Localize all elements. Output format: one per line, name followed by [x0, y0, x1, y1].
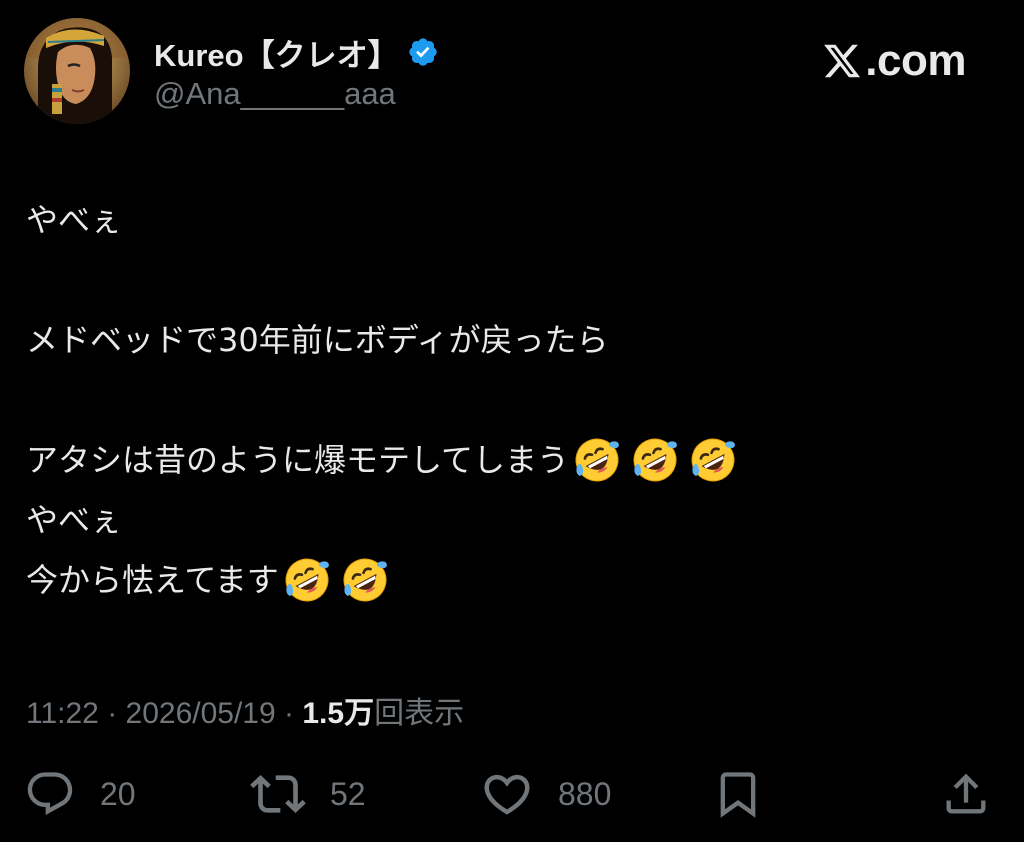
retweet-button[interactable]: 52	[250, 762, 366, 826]
share-button[interactable]	[940, 762, 992, 826]
rolling-on-floor-laughing-emoji-icon	[631, 436, 679, 484]
verified-badge-icon	[407, 36, 439, 68]
action-bar: 20 52 880	[0, 762, 1024, 826]
display-name[interactable]: Kureo【クレオ】	[154, 30, 399, 75]
tweet-line-text: やべぇ	[26, 201, 123, 239]
views-count[interactable]: 1.5万	[302, 688, 374, 732]
tweet-header: Kureo【クレオ】 @Ana______aaa .com	[24, 18, 984, 130]
like-count: 880	[558, 775, 612, 812]
tweet-line-text: アタシは昔のように爆モテしてしまう	[26, 441, 570, 479]
tweet-line-text: メドベッドで30年前にボディが戻ったら	[26, 321, 609, 359]
rolling-on-floor-laughing-emoji-icon	[283, 556, 331, 604]
reply-count: 20	[100, 775, 136, 812]
tweet-text: やべぇ メドベッドで30年前にボディが戻ったら アタシは昔のように爆モテしてしま…	[26, 190, 986, 610]
tweet-line-text: やべぇ	[26, 501, 123, 539]
tweet-line: メドベッドで30年前にボディが戻ったら	[26, 310, 986, 370]
reply-icon	[24, 768, 76, 820]
author-info[interactable]: Kureo【クレオ】 @Ana______aaa	[154, 32, 439, 112]
tweet-line: 今から怯えてます	[26, 550, 986, 610]
tweet-line-text: 今から怯えてます	[26, 561, 279, 599]
bookmark-button[interactable]	[712, 762, 764, 826]
rolling-on-floor-laughing-emoji-icon	[573, 436, 621, 484]
tweet-line: やべぇ	[26, 490, 986, 550]
bookmark-icon	[712, 768, 764, 820]
tweet-line: アタシは昔のように爆モテしてしまう	[26, 430, 986, 490]
retweet-icon	[250, 766, 306, 822]
logo-text: .com	[865, 36, 966, 85]
tweet-time[interactable]: 11:22	[26, 697, 99, 731]
meta-separator: ·	[275, 697, 303, 730]
name-row: Kureo【クレオ】	[154, 30, 439, 75]
rolling-on-floor-laughing-emoji-icon	[689, 436, 737, 484]
meta-separator: ·	[98, 697, 126, 730]
tweet-date[interactable]: 2026/05/19	[126, 697, 276, 731]
retweet-count: 52	[330, 775, 366, 812]
handle[interactable]: @Ana______aaa	[154, 76, 439, 112]
heart-icon	[480, 767, 534, 821]
reply-button[interactable]: 20	[24, 762, 136, 826]
views-label: 回表示	[374, 697, 465, 730]
avatar[interactable]	[24, 18, 130, 124]
tweet-meta: 11:22 · 2026/05/19 · 1.5万 回表示	[26, 688, 464, 732]
x-com-logo: .com	[821, 36, 966, 86]
x-logo-icon	[821, 41, 863, 81]
rolling-on-floor-laughing-emoji-icon	[341, 556, 389, 604]
like-button[interactable]: 880	[480, 762, 611, 826]
share-icon	[940, 768, 992, 820]
tweet-line: やべぇ	[26, 190, 986, 250]
